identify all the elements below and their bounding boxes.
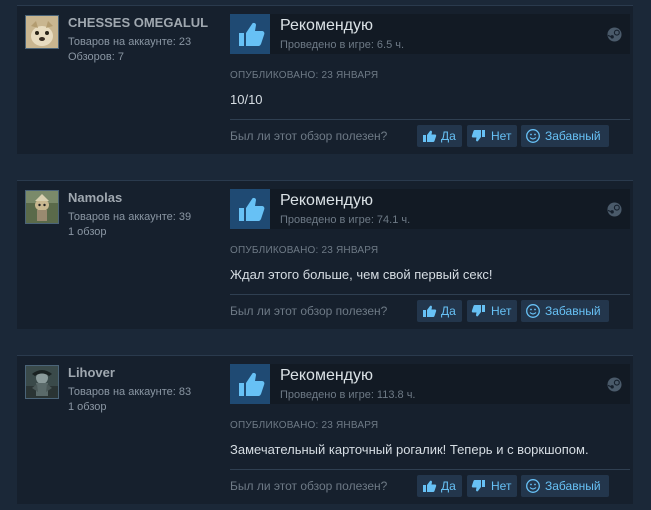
vote-funny-label: Забавный (545, 129, 601, 143)
review-text: Ждал этого больше, чем свой первый секс! (230, 267, 493, 282)
playtime: Проведено в игре: 113.8 ч. (280, 389, 416, 401)
review-card: Namolas Товаров на аккаунте: 39 1 обзор … (17, 180, 633, 329)
reviews-count[interactable]: 1 обзор (68, 401, 107, 413)
recommendation-label: Рекомендую (280, 17, 374, 34)
recommendation-label: Рекомендую (280, 192, 374, 209)
smiley-icon (525, 128, 541, 144)
divider (230, 294, 630, 295)
posted-date: Опубликовано: 23 января (230, 420, 379, 431)
avatar[interactable] (25, 15, 59, 49)
smiley-icon (525, 303, 541, 319)
smiley-icon (525, 478, 541, 494)
thumbs-up-icon (421, 128, 437, 144)
vote-yes-label: Да (441, 129, 456, 143)
recommendation-header[interactable]: Рекомендую Проведено в игре: 113.8 ч. (230, 364, 630, 404)
thumbs-up-icon (230, 364, 270, 404)
thumbs-up-icon (230, 14, 270, 54)
steam-icon (607, 202, 622, 217)
vote-yes-button[interactable]: Да (417, 300, 462, 322)
vote-funny-button[interactable]: Забавный (521, 125, 609, 147)
thumbs-up-icon (230, 189, 270, 229)
review-content: Рекомендую Проведено в игре: 74.1 ч. Опу… (230, 189, 630, 324)
username[interactable]: Namolas (68, 190, 122, 205)
helpful-question: Был ли этот обзор полезен? (230, 129, 388, 143)
vote-funny-label: Забавный (545, 479, 601, 493)
vote-no-button[interactable]: Нет (467, 125, 517, 147)
character-avatar-icon (26, 191, 58, 223)
vote-yes-label: Да (441, 304, 456, 318)
vote-funny-button[interactable]: Забавный (521, 475, 609, 497)
divider (230, 469, 630, 470)
vote-funny-label: Забавный (545, 304, 601, 318)
username[interactable]: CHESSES OMEGALUL (68, 15, 208, 30)
reviews-count[interactable]: 1 обзор (68, 226, 107, 238)
helpful-question: Был ли этот обзор полезен? (230, 479, 388, 493)
thumbs-up-icon (421, 478, 437, 494)
vote-no-label: Нет (491, 129, 512, 143)
vote-yes-button[interactable]: Да (417, 125, 462, 147)
posted-date: Опубликовано: 23 января (230, 245, 379, 256)
divider (230, 119, 630, 120)
recommendation-header[interactable]: Рекомендую Проведено в игре: 6.5 ч. (230, 14, 630, 54)
products-count[interactable]: Товаров на аккаунте: 39 (68, 211, 191, 223)
vote-no-button[interactable]: Нет (467, 300, 517, 322)
username[interactable]: Lihover (68, 365, 115, 380)
thumbs-up-icon (421, 303, 437, 319)
review-card: Lihover Товаров на аккаунте: 83 1 обзор … (17, 355, 633, 504)
reviews-count[interactable]: Обзоров: 7 (68, 51, 124, 63)
avatar[interactable] (25, 190, 59, 224)
review-text: 10/10 (230, 92, 263, 107)
products-count[interactable]: Товаров на аккаунте: 83 (68, 386, 191, 398)
vote-no-label: Нет (491, 304, 512, 318)
review-content: Рекомендую Проведено в игре: 6.5 ч. Опуб… (230, 14, 630, 149)
vote-yes-button[interactable]: Да (417, 475, 462, 497)
playtime: Проведено в игре: 74.1 ч. (280, 214, 411, 226)
playtime: Проведено в игре: 6.5 ч. (280, 39, 405, 51)
steam-icon (607, 377, 622, 392)
recommendation-label: Рекомендую (280, 367, 374, 384)
dog-avatar-icon (26, 16, 58, 48)
products-count[interactable]: Товаров на аккаунте: 23 (68, 36, 191, 48)
review-content: Рекомендую Проведено в игре: 113.8 ч. Оп… (230, 364, 630, 499)
thumbs-down-icon (471, 128, 487, 144)
avatar[interactable] (25, 365, 59, 399)
thumbs-down-icon (471, 303, 487, 319)
vote-funny-button[interactable]: Забавный (521, 300, 609, 322)
character-avatar-icon (26, 366, 58, 398)
vote-yes-label: Да (441, 479, 456, 493)
vote-no-button[interactable]: Нет (467, 475, 517, 497)
posted-date: Опубликовано: 23 января (230, 70, 379, 81)
review-card: CHESSES OMEGALUL Товаров на аккаунте: 23… (17, 5, 633, 154)
vote-no-label: Нет (491, 479, 512, 493)
thumbs-down-icon (471, 478, 487, 494)
steam-icon (607, 27, 622, 42)
helpful-question: Был ли этот обзор полезен? (230, 304, 388, 318)
review-text: Замечательный карточный рогалик! Теперь … (230, 442, 589, 457)
recommendation-header[interactable]: Рекомендую Проведено в игре: 74.1 ч. (230, 189, 630, 229)
